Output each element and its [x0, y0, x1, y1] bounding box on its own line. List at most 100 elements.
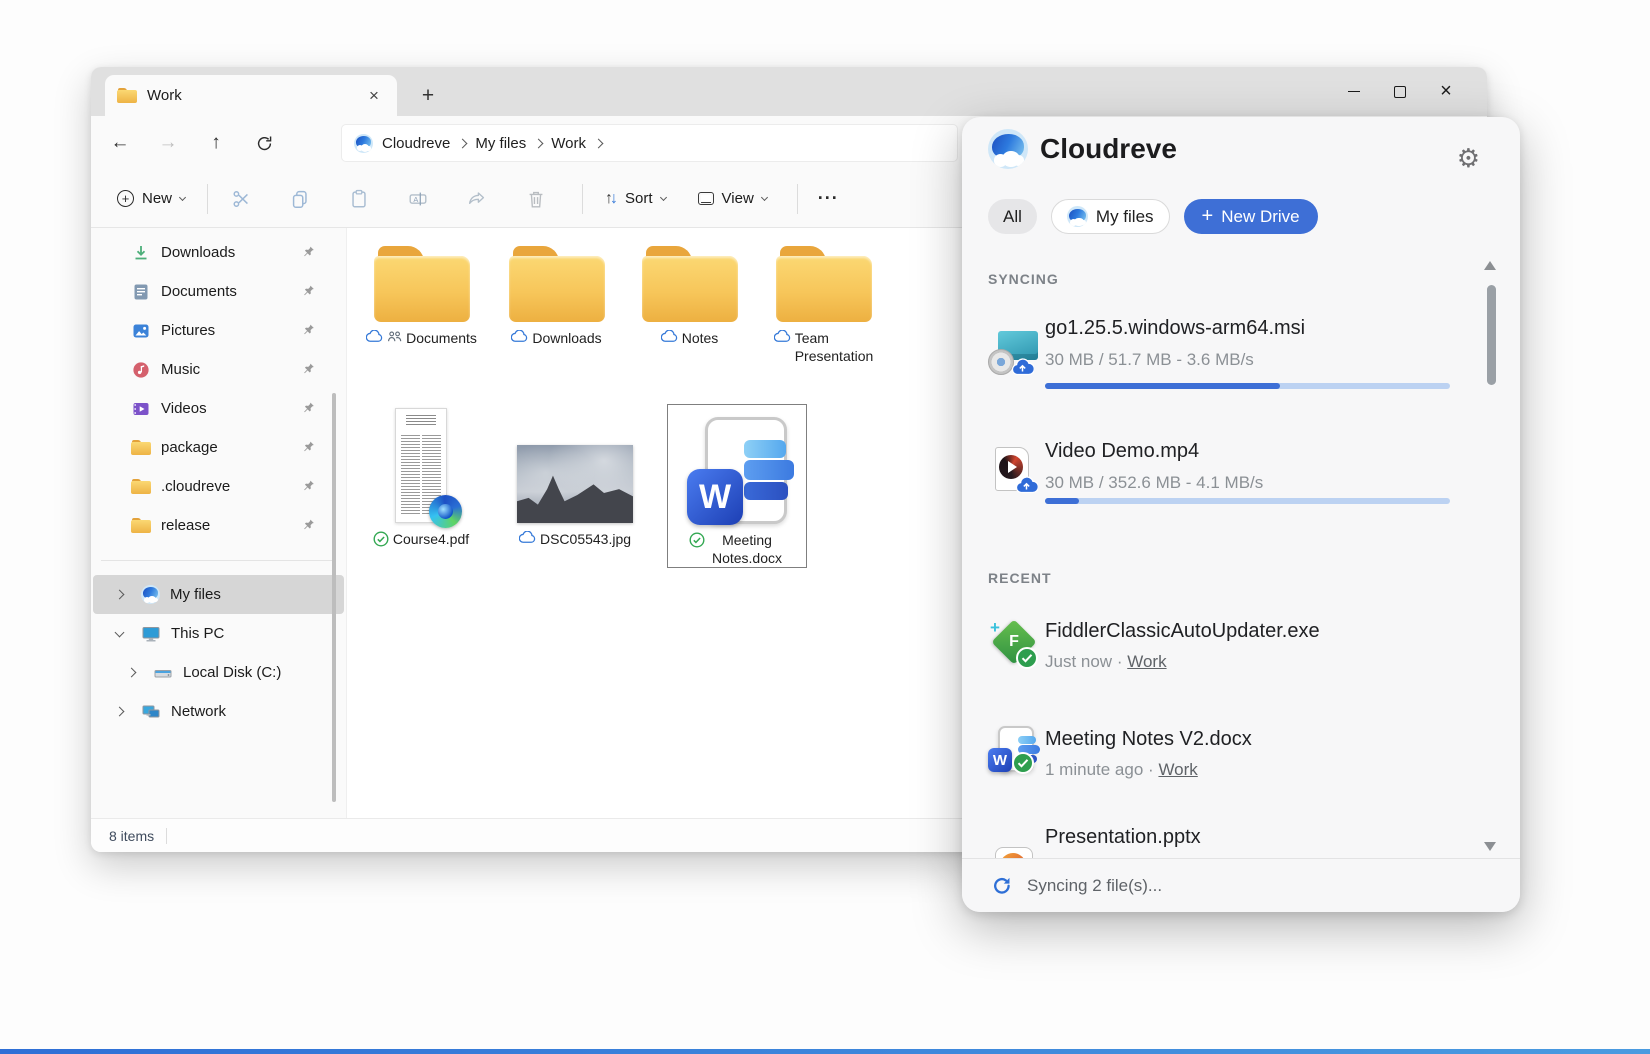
delete-button[interactable]: [513, 179, 559, 219]
view-button-label: View: [722, 190, 754, 207]
back-button[interactable]: ←: [101, 125, 139, 161]
sync-progress-text: 30 MB / 352.6 MB - 4.1 MB/s: [1045, 473, 1263, 493]
taskbar-edge: [0, 1049, 1650, 1054]
pin-icon: [301, 244, 316, 263]
divider: [207, 184, 208, 214]
sidebar-item-local-disk[interactable]: Local Disk (C:): [93, 653, 344, 692]
recent-header: RECENT: [988, 570, 1052, 586]
sidebar-item-network[interactable]: Network: [93, 692, 344, 731]
tab-close-icon[interactable]: ×: [363, 85, 385, 107]
chevron-right-icon: [114, 707, 124, 717]
video-file-icon: [988, 447, 1040, 493]
new-tab-button[interactable]: +: [413, 81, 443, 111]
breadcrumb[interactable]: Cloudreve My files Work: [341, 124, 958, 162]
fiddler-exe-icon: + F: [988, 620, 1040, 666]
this-pc-icon: [141, 624, 161, 644]
chevron-right-icon: [534, 138, 544, 148]
sidebar-item-documents[interactable]: Documents: [93, 272, 344, 311]
forward-button[interactable]: →: [149, 125, 187, 161]
check-badge-icon: [1012, 752, 1034, 774]
chevron-down-icon: [761, 193, 768, 200]
sidebar-item-my-files[interactable]: My files: [93, 575, 344, 614]
folder-icon: [131, 440, 151, 455]
maximize-button[interactable]: [1377, 72, 1423, 112]
sidebar-item-package[interactable]: package: [93, 428, 344, 467]
pin-icon: [301, 517, 316, 536]
sidebar-item-videos[interactable]: Videos: [93, 389, 344, 428]
pdf-thumbnail: [395, 408, 447, 523]
folder-tile-notes[interactable]: Notes: [623, 246, 756, 347]
folder-name: Team Presentation: [795, 329, 874, 365]
cloudreve-logo-icon: [988, 129, 1028, 169]
tab-work[interactable]: Work ×: [105, 75, 397, 116]
cloud-upload-badge-icon: [1015, 475, 1038, 499]
chevron-down-icon: [659, 193, 666, 200]
videos-icon: [131, 399, 151, 419]
rename-button[interactable]: A: [395, 179, 441, 219]
tab-all[interactable]: All: [988, 199, 1037, 234]
minimize-button[interactable]: [1331, 72, 1377, 112]
file-name: DSC05543.jpg: [540, 530, 631, 548]
breadcrumb-cloudreve[interactable]: Cloudreve: [382, 135, 450, 152]
file-tile-course4-pdf[interactable]: Course4.pdf: [361, 408, 481, 548]
scroll-up-arrow[interactable]: [1484, 261, 1496, 270]
folder-tile-team-presentation[interactable]: Team Presentation: [757, 246, 890, 365]
share-icon: [466, 188, 488, 210]
shared-people-icon: [387, 330, 402, 343]
sidebar-item-release[interactable]: release: [93, 506, 344, 545]
sidebar-item-cloudreve-folder[interactable]: .cloudreve: [93, 467, 344, 506]
new-button[interactable]: + New: [105, 182, 197, 215]
pictures-icon: [131, 321, 151, 341]
work-folder-link[interactable]: Work: [1127, 652, 1166, 671]
breadcrumb-work[interactable]: Work: [551, 135, 586, 152]
recent-file-meta: 1 minute ago · Work: [1045, 760, 1198, 780]
folder-tile-documents[interactable]: Documents: [355, 246, 488, 347]
sort-button[interactable]: ↑↓ Sort: [593, 182, 678, 216]
cloud-status-icon: [774, 330, 791, 343]
chevron-down-icon: [114, 627, 124, 637]
refresh-button[interactable]: [245, 125, 283, 161]
window-controls: ×: [1331, 67, 1469, 116]
cloud-status-icon: [519, 531, 536, 544]
file-name: Course4.pdf: [393, 530, 469, 548]
sync-spinner-icon: [991, 875, 1013, 897]
word-file-icon: W: [687, 417, 787, 524]
copy-button[interactable]: [277, 179, 323, 219]
cut-button[interactable]: [218, 179, 264, 219]
cloudreve-panel: Cloudreve ⚙ All My files + New Drive SYN…: [962, 117, 1520, 912]
folder-tile-downloads[interactable]: Downloads: [490, 246, 623, 347]
panel-scroll-area[interactable]: SYNCING go1.25.5.windows-arm64.msi 30 MB…: [962, 247, 1520, 858]
disk-drive-icon: [153, 663, 173, 683]
paste-button[interactable]: [336, 179, 382, 219]
tab-my-files[interactable]: My files: [1051, 199, 1170, 234]
progress-fill: [1045, 383, 1280, 389]
scroll-down-arrow[interactable]: [1484, 842, 1496, 851]
sidebar-item-pictures[interactable]: Pictures: [93, 311, 344, 350]
panel-scrollbar-thumb[interactable]: [1487, 285, 1496, 385]
close-button[interactable]: ×: [1423, 72, 1469, 112]
sidebar-item-downloads[interactable]: Downloads: [93, 233, 344, 272]
chevron-right-icon: [114, 590, 124, 600]
pin-icon: [301, 361, 316, 380]
synced-check-icon: [689, 532, 705, 548]
more-options-button[interactable]: ···: [808, 184, 849, 213]
gear-icon[interactable]: ⚙: [1457, 143, 1480, 174]
sidebar-item-music[interactable]: Music: [93, 350, 344, 389]
folder-icon: [776, 246, 872, 322]
svg-text:A: A: [413, 194, 418, 203]
plus-icon: +: [1202, 206, 1214, 226]
file-tile-dsc05543-jpg[interactable]: DSC05543.jpg: [513, 408, 637, 548]
sidebar-item-this-pc[interactable]: This PC: [93, 614, 344, 653]
up-button[interactable]: ↑: [197, 125, 235, 161]
file-tile-meeting-notes-docx-selected[interactable]: W Meeting Notes.docx: [667, 404, 807, 568]
cloud-upload-badge-icon: [1011, 357, 1034, 381]
share-button[interactable]: [454, 179, 500, 219]
progress-bar: [1045, 498, 1450, 504]
view-button[interactable]: View: [686, 182, 779, 215]
new-drive-button[interactable]: + New Drive: [1184, 199, 1318, 234]
panel-footer: Syncing 2 file(s)...: [962, 858, 1520, 912]
chevron-down-icon: [179, 193, 186, 200]
breadcrumb-my-files[interactable]: My files: [475, 135, 526, 152]
work-folder-link[interactable]: Work: [1158, 760, 1197, 779]
sidebar-scrollbar[interactable]: [332, 393, 336, 802]
